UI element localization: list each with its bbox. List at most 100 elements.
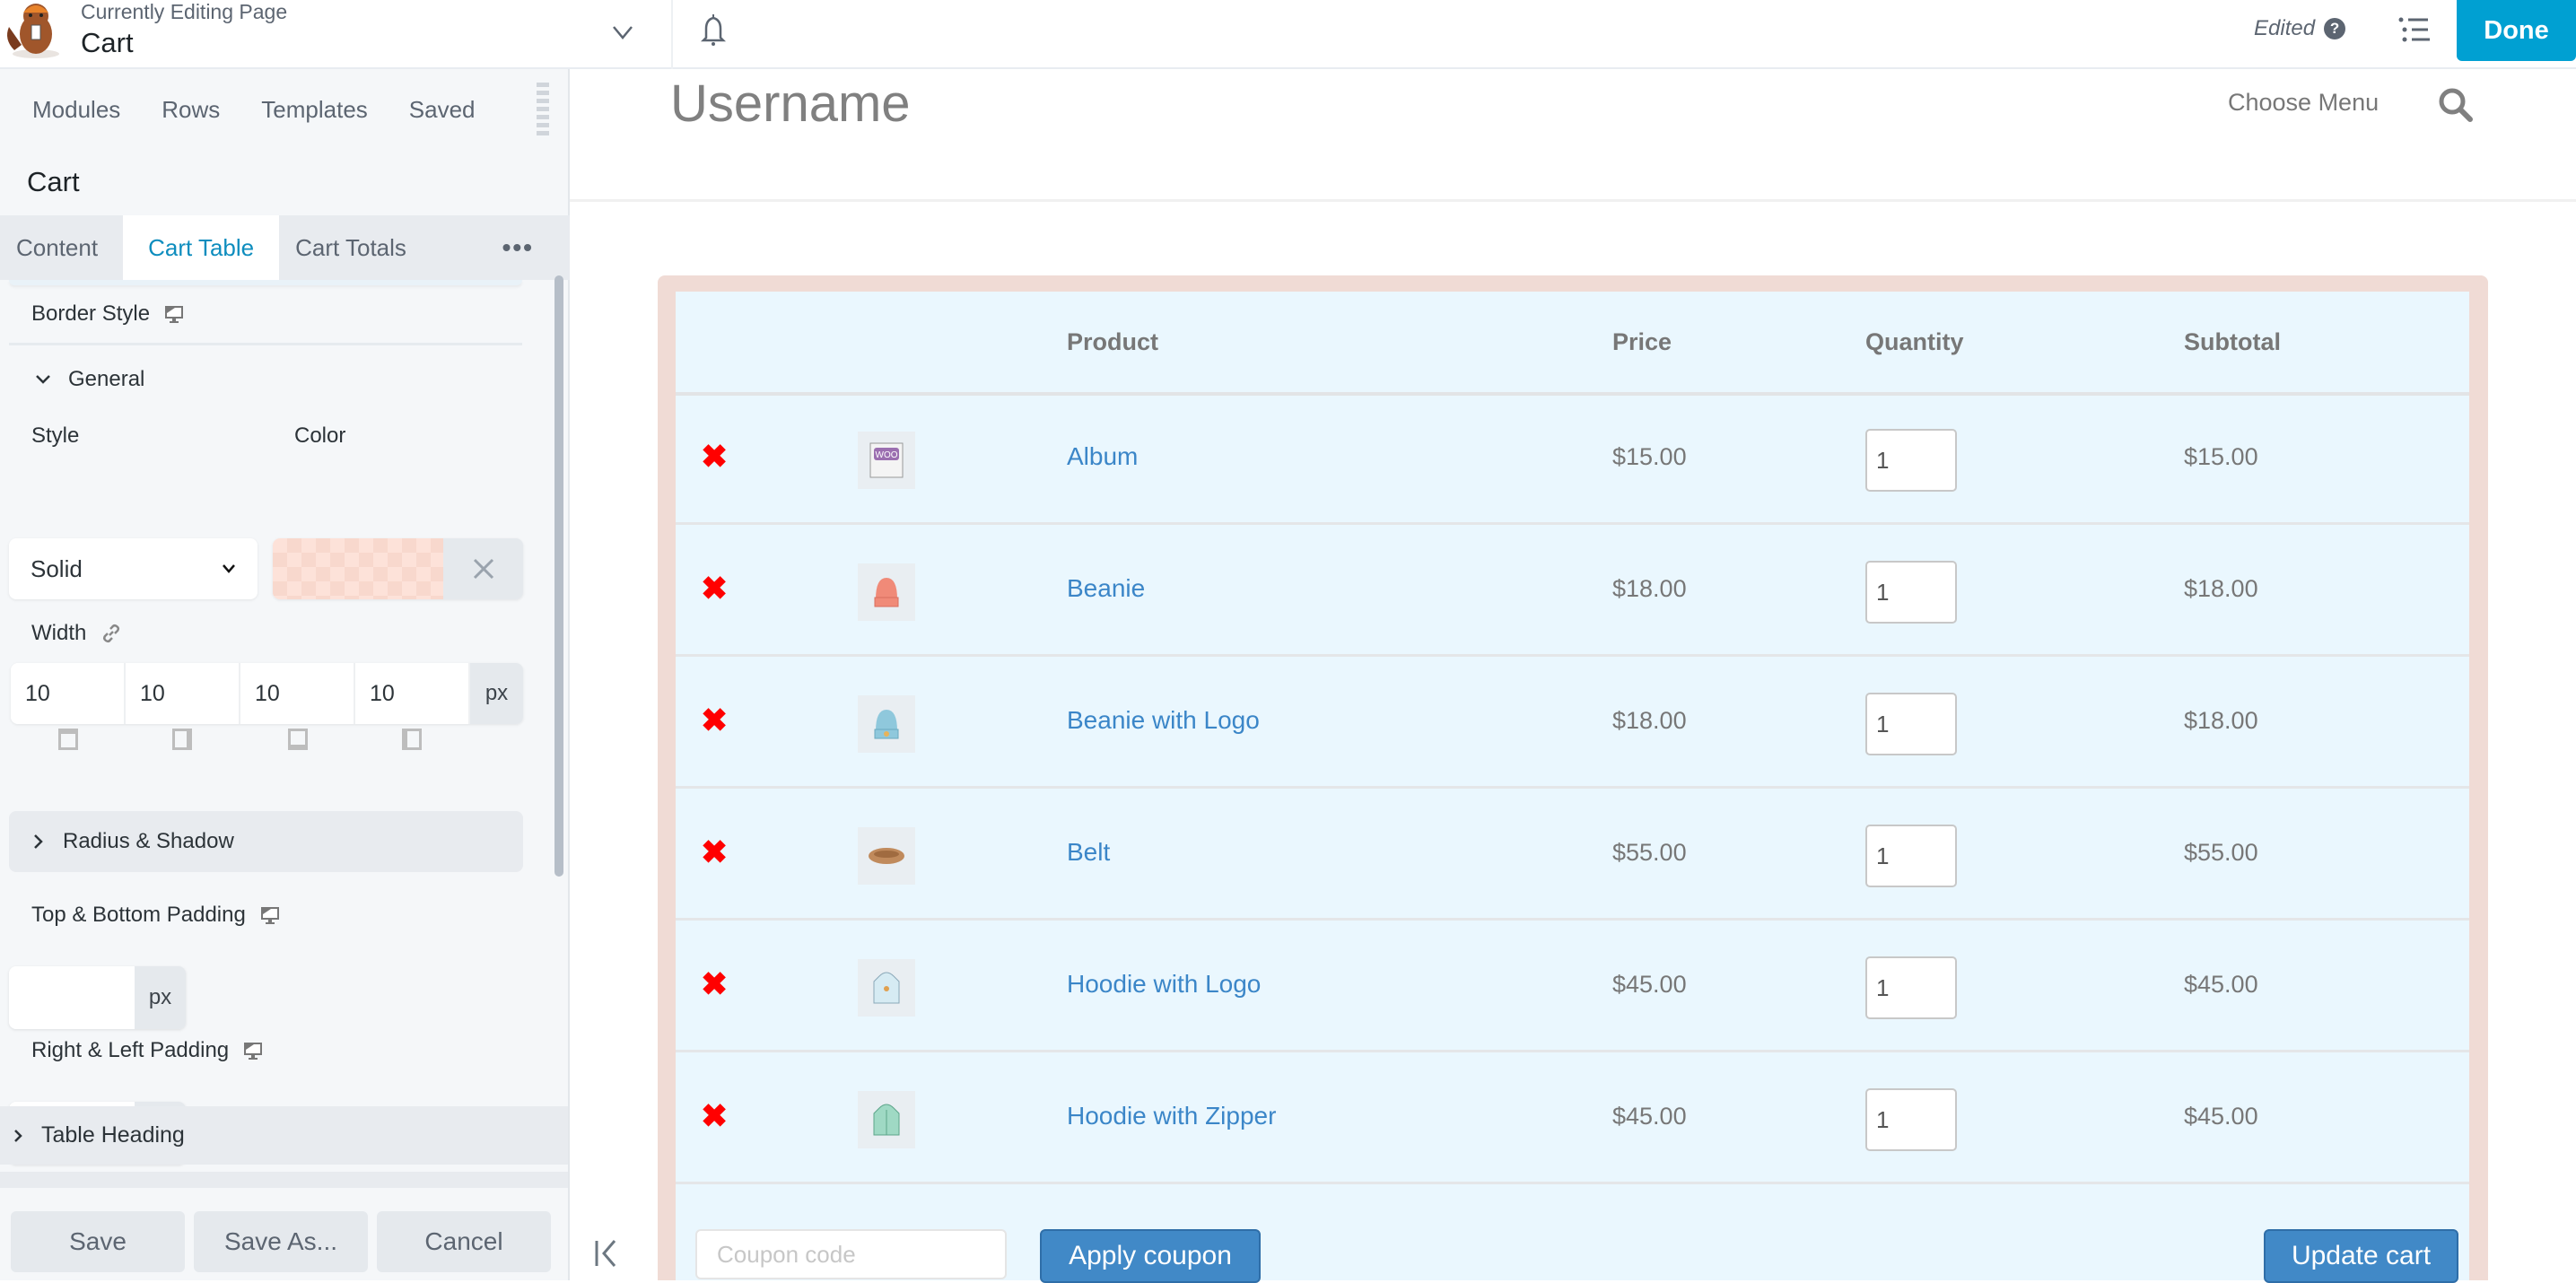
- border-style-value: Solid: [31, 554, 83, 582]
- product-price: $45.00: [1612, 1103, 1687, 1130]
- border-width-inputs: px: [11, 663, 523, 724]
- cancel-button[interactable]: Cancel: [377, 1211, 551, 1272]
- right-left-padding-label: Right & Left Padding: [31, 1038, 263, 1063]
- border-style-select[interactable]: Solid: [9, 538, 258, 599]
- settings-panel: Modules Rows Templates Saved Cart Conten…: [0, 69, 570, 1280]
- cart-row: ✖ Belt $55.00 $55.00: [676, 791, 2469, 921]
- cart-row: ✖ Beanie $18.00 $18.00: [676, 528, 2469, 657]
- site-header: Username Choose Menu: [570, 69, 2576, 202]
- panel-scrollbar[interactable]: [554, 275, 563, 877]
- border-color-picker[interactable]: [273, 538, 523, 599]
- responsive-desktop-icon[interactable]: [243, 1041, 263, 1060]
- choose-menu-link[interactable]: Choose Menu: [2228, 89, 2379, 117]
- product-name-link[interactable]: Beanie with Logo: [1067, 706, 1260, 735]
- cart-row: ✖ Hoodie with Zipper $45.00 $45.00: [676, 1055, 2469, 1184]
- svg-text:WOO: WOO: [876, 450, 898, 460]
- product-thumbnail[interactable]: [858, 959, 915, 1017]
- product-name-link[interactable]: Hoodie with Zipper: [1067, 1102, 1276, 1130]
- border-width-bottom-input[interactable]: [240, 663, 355, 724]
- panel-drag-handle[interactable]: [537, 83, 549, 136]
- collapse-panel-icon[interactable]: [589, 1235, 625, 1271]
- top-side-icon: [58, 729, 78, 750]
- panel-tab-modules[interactable]: Modules: [32, 96, 120, 124]
- product-name-link[interactable]: Hoodie with Logo: [1067, 970, 1261, 999]
- table-heading-section-toggle[interactable]: Table Heading: [0, 1106, 568, 1165]
- site-title[interactable]: Username: [670, 74, 911, 134]
- remove-item-icon[interactable]: ✖: [701, 572, 728, 605]
- product-subtotal: $18.00: [2184, 575, 2258, 602]
- chevron-down-icon[interactable]: [607, 16, 639, 48]
- tab-cart-totals[interactable]: Cart Totals: [279, 215, 432, 280]
- product-subtotal: $55.00: [2184, 839, 2258, 866]
- update-cart-button[interactable]: Update cart: [2264, 1229, 2458, 1283]
- tab-cart-table[interactable]: Cart Table: [123, 215, 280, 280]
- search-icon[interactable]: [2436, 85, 2476, 125]
- border-width-left-input[interactable]: [355, 663, 470, 724]
- quantity-input[interactable]: [1865, 429, 1957, 492]
- chevron-right-icon: [34, 834, 43, 849]
- product-thumbnail[interactable]: [858, 827, 915, 885]
- radius-shadow-label: Radius & Shadow: [63, 829, 234, 853]
- width-unit[interactable]: px: [470, 663, 523, 724]
- outline-list-icon[interactable]: [2394, 13, 2433, 47]
- responsive-desktop-icon[interactable]: [260, 905, 280, 925]
- tab-content[interactable]: Content: [0, 215, 123, 280]
- panel-tab-rows[interactable]: Rows: [162, 96, 220, 124]
- chevron-down-icon: [223, 564, 235, 573]
- quantity-input[interactable]: [1865, 956, 1957, 1019]
- more-tabs-icon[interactable]: •••: [486, 215, 570, 280]
- general-group-toggle[interactable]: General: [34, 367, 144, 392]
- coupon-code-input[interactable]: [695, 1229, 1007, 1279]
- quantity-input[interactable]: [1865, 561, 1957, 624]
- product-subtotal: $18.00: [2184, 707, 2258, 734]
- save-button[interactable]: Save: [11, 1211, 185, 1272]
- link-icon[interactable]: [100, 623, 122, 644]
- product-subtotal: $15.00: [2184, 443, 2258, 470]
- remove-item-icon[interactable]: ✖: [701, 836, 728, 868]
- panel-footer: Save Save As... Cancel: [0, 1195, 568, 1280]
- product-thumbnail[interactable]: [858, 1091, 915, 1148]
- panel-tab-templates[interactable]: Templates: [261, 96, 368, 124]
- border-width-top-input[interactable]: [11, 663, 126, 724]
- product-thumbnail[interactable]: WOO: [858, 432, 915, 489]
- top-bottom-padding-field: px: [9, 966, 186, 1029]
- border-style-text: Border Style: [31, 301, 151, 326]
- clear-color-button[interactable]: [443, 538, 523, 599]
- style-label: Style: [31, 423, 80, 448]
- quantity-input[interactable]: [1865, 1088, 1957, 1151]
- remove-item-icon[interactable]: ✖: [701, 441, 728, 473]
- quantity-input[interactable]: [1865, 825, 1957, 887]
- product-thumbnail[interactable]: [858, 695, 915, 753]
- responsive-desktop-icon[interactable]: [164, 304, 184, 324]
- color-swatch[interactable]: [273, 538, 443, 599]
- padding-unit[interactable]: px: [135, 966, 186, 1029]
- chevron-right-icon: [14, 1129, 22, 1142]
- column-header-price: Price: [1612, 327, 1672, 355]
- product-name-link[interactable]: Beanie: [1067, 574, 1145, 603]
- settings-scroll-area: Border Style General Style Color Solid W…: [0, 280, 570, 1177]
- product-subtotal: $45.00: [2184, 1103, 2258, 1130]
- page-name: Cart: [81, 27, 134, 58]
- help-icon[interactable]: ?: [2324, 18, 2346, 39]
- remove-item-icon[interactable]: ✖: [701, 704, 728, 737]
- remove-item-icon[interactable]: ✖: [701, 1100, 728, 1132]
- done-button[interactable]: Done: [2457, 0, 2576, 61]
- beaver-logo-icon: [7, 4, 59, 58]
- quantity-input[interactable]: [1865, 693, 1957, 755]
- product-subtotal: $45.00: [2184, 971, 2258, 998]
- cart-table: Product Price Quantity Subtotal ✖ WOO Albu…: [676, 292, 2469, 1283]
- table-heading-label: Table Heading: [41, 1122, 185, 1148]
- save-as-button[interactable]: Save As...: [194, 1211, 368, 1272]
- color-label: Color: [294, 423, 346, 448]
- product-thumbnail[interactable]: [858, 563, 915, 621]
- remove-item-icon[interactable]: ✖: [701, 968, 728, 1000]
- product-name-link[interactable]: Album: [1067, 442, 1138, 471]
- border-width-right-input[interactable]: [126, 663, 240, 724]
- bottom-side-icon: [288, 729, 308, 750]
- product-name-link[interactable]: Belt: [1067, 838, 1110, 867]
- radius-shadow-toggle[interactable]: Radius & Shadow: [9, 811, 523, 872]
- top-bottom-padding-input[interactable]: [9, 966, 135, 1029]
- apply-coupon-button[interactable]: Apply coupon: [1040, 1229, 1261, 1283]
- panel-tab-saved[interactable]: Saved: [409, 96, 476, 124]
- bell-icon[interactable]: [696, 13, 730, 48]
